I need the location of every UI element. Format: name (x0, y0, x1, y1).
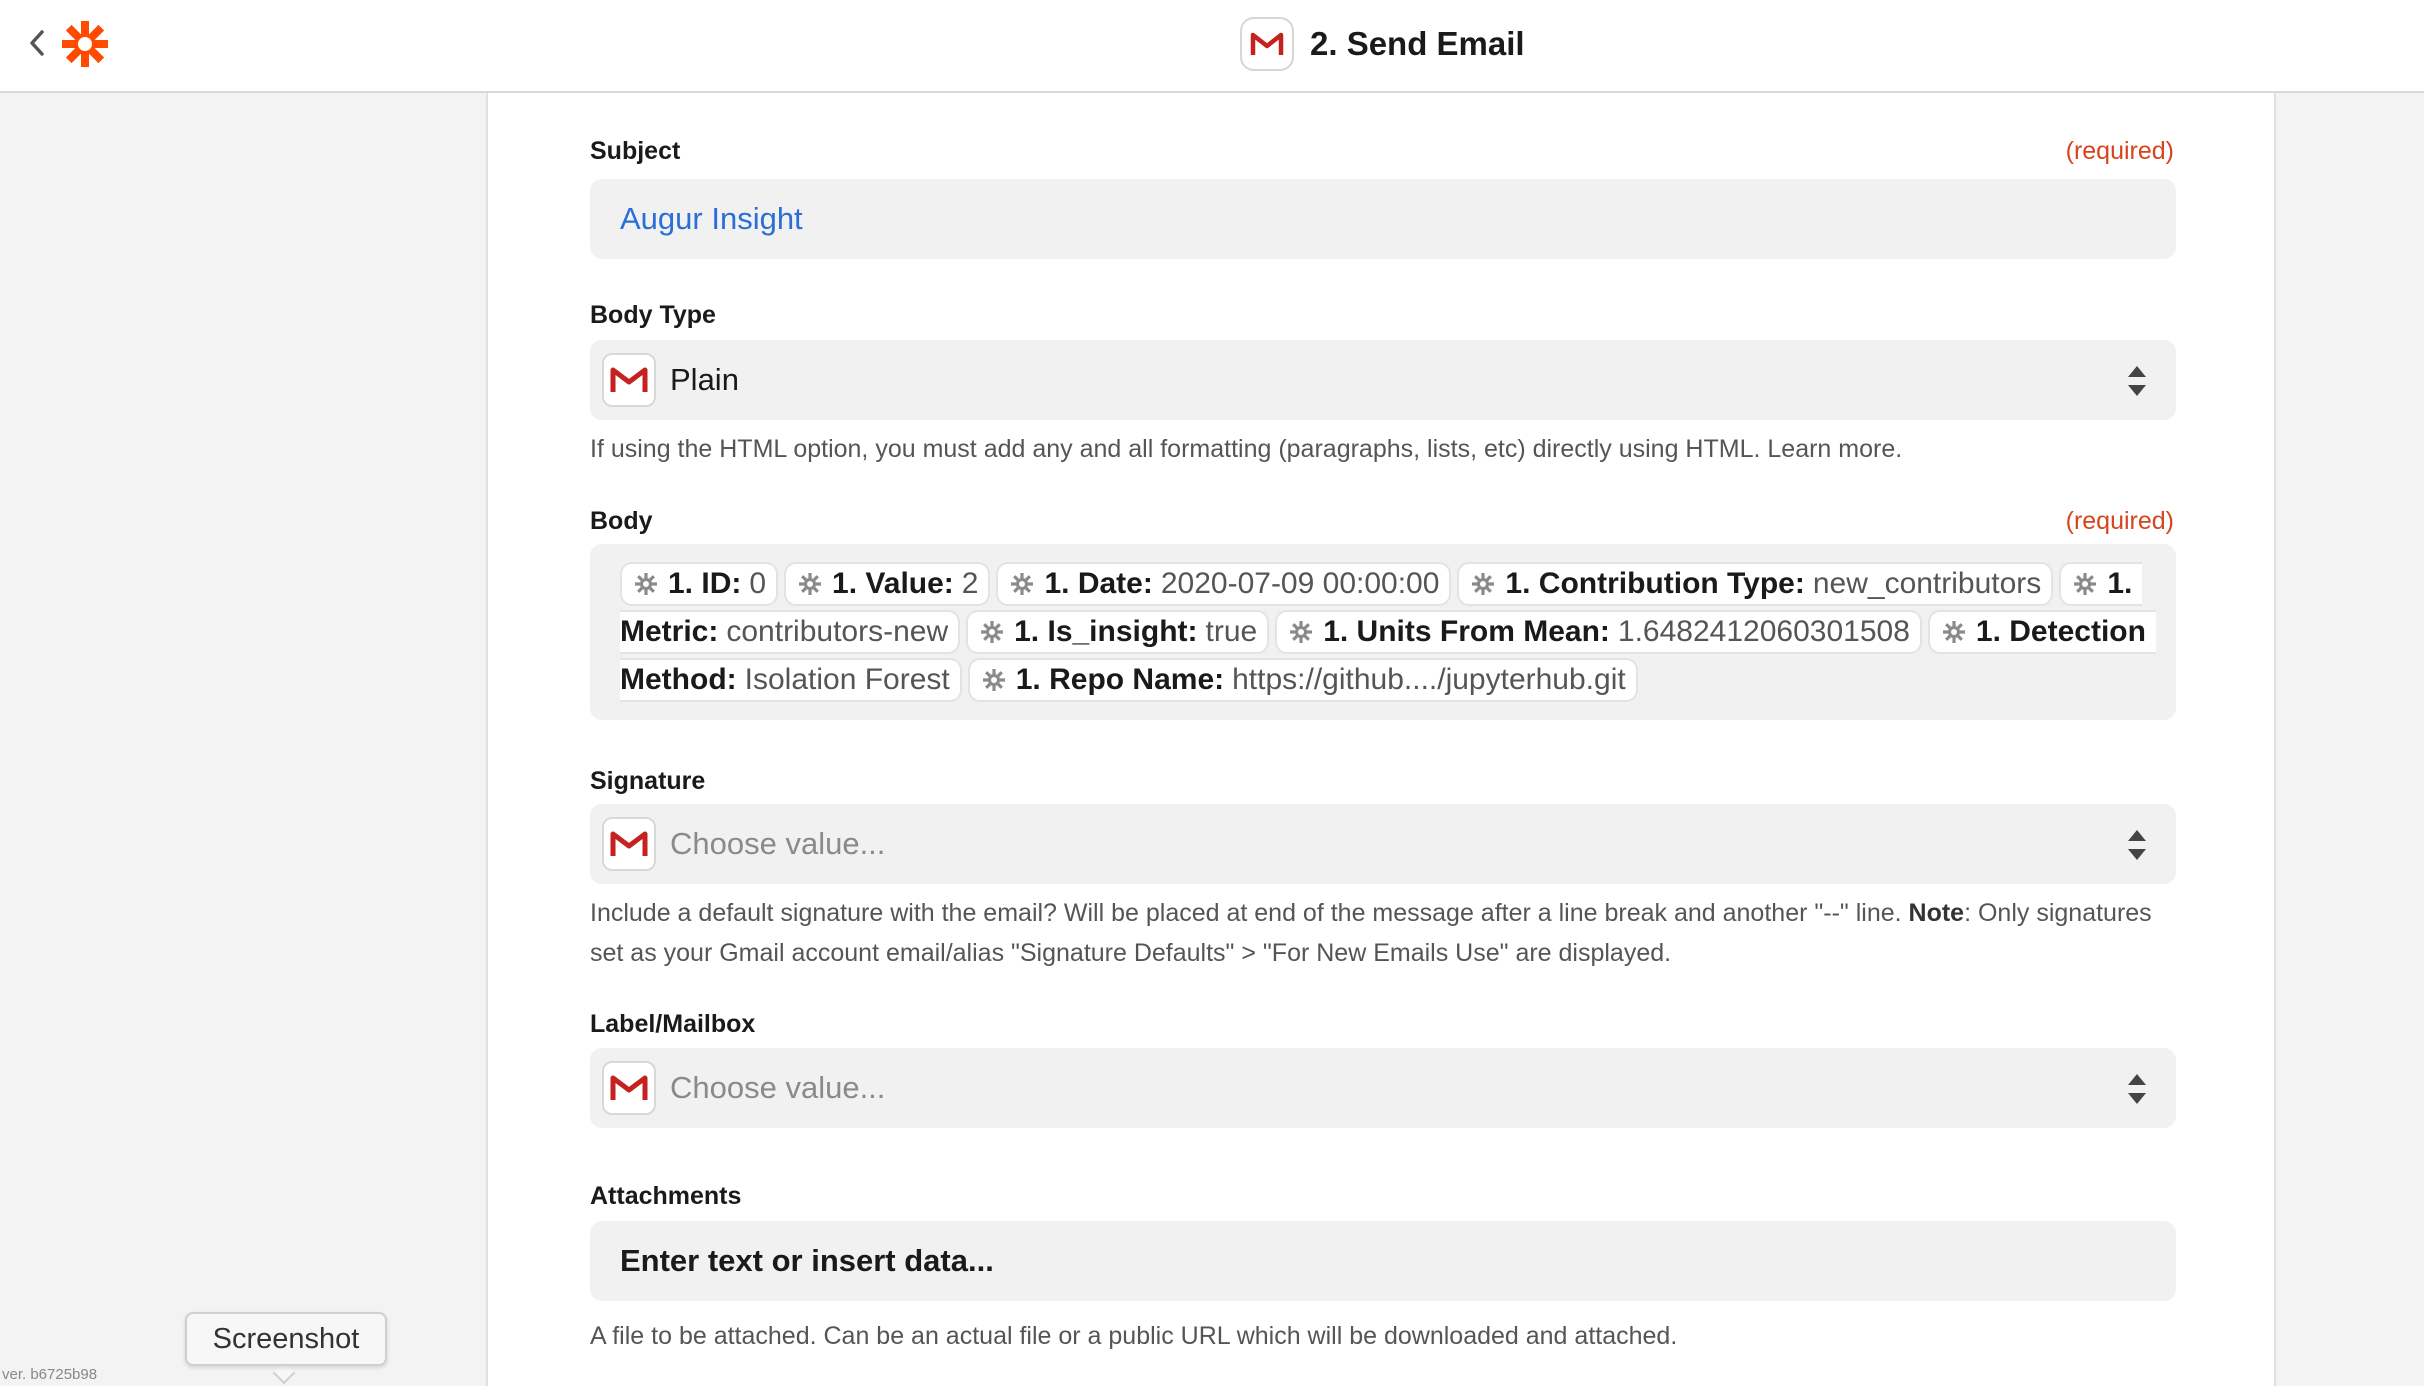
data-pill-metric[interactable]: 1. (2059, 562, 2143, 606)
data-pill-id[interactable]: 1. ID: 0 (620, 562, 779, 606)
gear-icon (635, 573, 657, 595)
attachments-input[interactable]: Enter text or insert data... (590, 1221, 2176, 1301)
data-pill-contribution-type[interactable]: 1. Contribution Type: new_contributors (1457, 562, 2054, 606)
select-arrows-icon (2128, 366, 2146, 396)
body-type-label: Body Type (590, 301, 716, 329)
body-input[interactable]: 1. ID: 0 1. Value: 2 1. Date: 2020-07-09 00… (590, 544, 2176, 720)
label-mailbox-label: Label/Mailbox (590, 1010, 756, 1038)
gear-icon (982, 669, 1005, 691)
gear-icon (1942, 621, 1965, 643)
body-required-badge: (required) (2065, 507, 2174, 535)
gear-icon (1472, 573, 1495, 595)
attachments-placeholder: Enter text or insert data... (620, 1243, 994, 1278)
label-mailbox-placeholder: Choose value... (670, 1070, 886, 1105)
screenshot-tooltip: Screenshot (185, 1312, 387, 1366)
body-type-help: If using the HTML option, you must add a… (590, 435, 1903, 463)
signature-label: Signature (590, 767, 706, 795)
gmail-icon (602, 353, 656, 407)
gear-icon (1290, 621, 1313, 643)
chevron-left-icon (30, 30, 44, 56)
gear-icon (2074, 573, 2097, 595)
signature-help: Include a default signature with the ema… (590, 899, 2152, 967)
data-pill-date[interactable]: 1. Date: 2020-07-09 00:00:00 (996, 562, 1452, 606)
top-bar: 2. Send Email (0, 0, 2424, 93)
data-pill-detection-method-cont[interactable]: Method: Isolation Forest (620, 658, 962, 702)
attachments-label: Attachments (590, 1182, 742, 1210)
gear-icon (799, 573, 822, 595)
label-mailbox-select[interactable]: Choose value... (590, 1048, 2176, 1128)
signature-select[interactable]: Choose value... (590, 804, 2176, 884)
step-editor-panel: Subject (required) Augur Insight Body Ty… (486, 93, 2276, 1386)
version-label: ver. b6725b98 (2, 1366, 98, 1383)
data-pill-value[interactable]: 1. Value: 2 (784, 562, 991, 606)
gear-icon (1011, 573, 1034, 595)
zapier-logo-icon[interactable] (60, 19, 110, 69)
select-arrows-icon (2128, 830, 2146, 860)
data-pill-is-insight[interactable]: 1. Is_insight: true (966, 610, 1270, 654)
gmail-icon (602, 817, 656, 871)
back-button[interactable] (22, 28, 52, 58)
subject-input[interactable]: Augur Insight (590, 179, 2176, 259)
data-pill-metric-cont[interactable]: Metric: contributors-new (620, 610, 961, 654)
signature-placeholder: Choose value... (670, 826, 886, 861)
data-pill-units-from-mean[interactable]: 1. Units From Mean: 1.6482412060301508 (1275, 610, 1922, 654)
step-title: 2. Send Email (1240, 17, 1525, 71)
body-label: Body (590, 507, 653, 535)
select-arrows-icon (2128, 1074, 2146, 1104)
subject-label: Subject (590, 137, 681, 165)
subject-value: Augur Insight (620, 201, 803, 236)
gear-icon (981, 621, 1004, 643)
subject-required-badge: (required) (2065, 137, 2174, 165)
gmail-icon (1240, 17, 1294, 71)
data-pill-repo-name[interactable]: 1. Repo Name: https://github..../jupyterh… (967, 658, 1638, 702)
attachments-help: A file to be attached. Can be an actual … (590, 1322, 1678, 1350)
body-type-value: Plain (670, 362, 739, 397)
gmail-icon (602, 1061, 656, 1115)
data-pill-detection-method[interactable]: 1. Detection (1927, 610, 2156, 654)
body-type-select[interactable]: Plain (590, 340, 2176, 420)
page-title: 2. Send Email (1310, 25, 1525, 62)
